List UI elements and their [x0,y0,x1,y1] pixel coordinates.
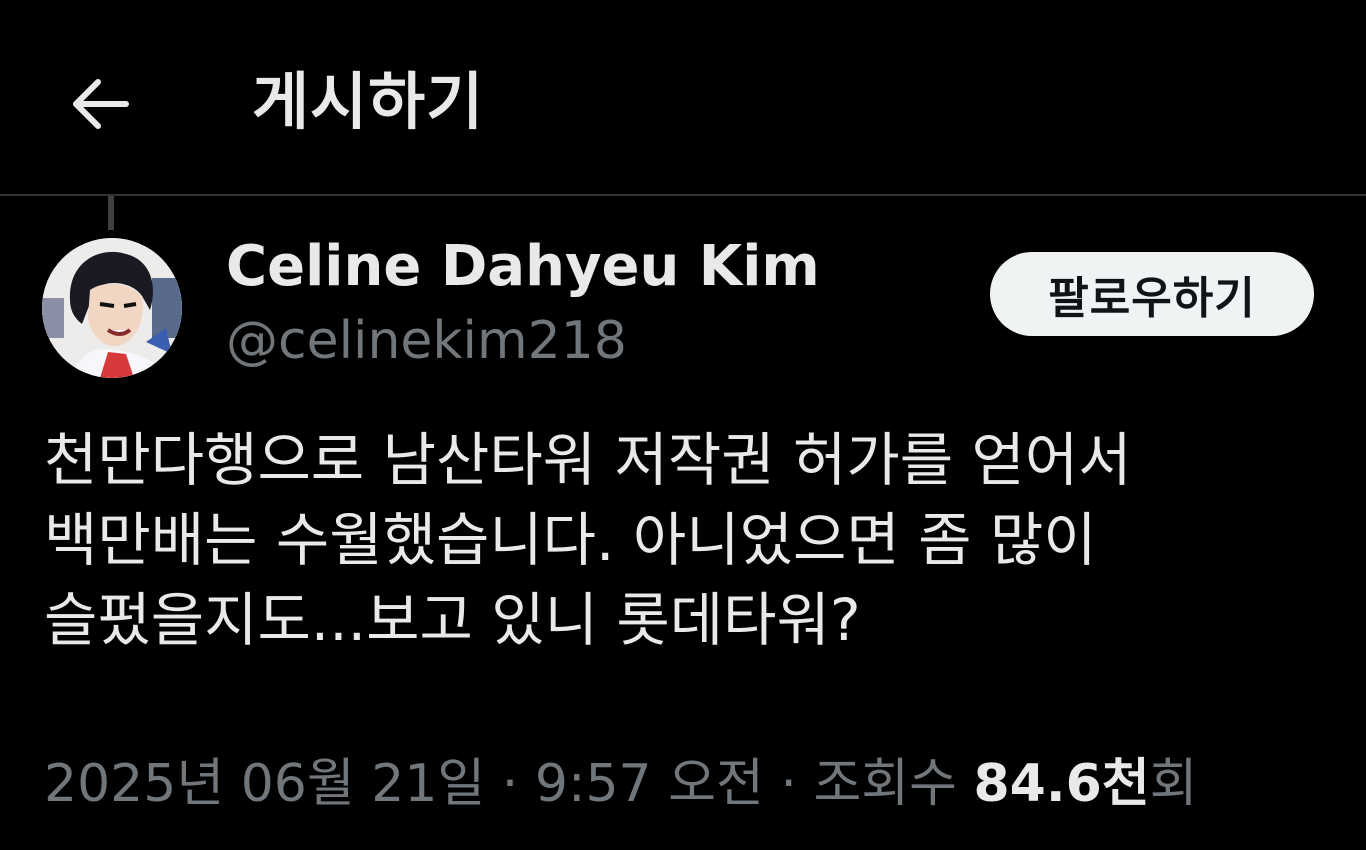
post-text: 천만다행으로 남산타워 저작권 허가를 얻어서 백만배는 수월했습니다. 아니었… [44,426,1132,654]
views-count[interactable]: 84.6 [974,754,1102,814]
author-display-name[interactable]: Celine Dahyeu Kim [226,232,820,302]
header-bar: 게시하기 [0,0,1366,195]
avatar[interactable] [42,238,182,378]
avatar-illustration [42,238,182,378]
views-prefix: 조회수 [813,754,974,814]
meta-separator-1: · [485,754,535,814]
views-suffix: 회 [1149,754,1198,814]
arrow-left-icon [73,79,129,129]
thread-connector-line [108,196,114,230]
post-date: 2025년 06월 21일 [44,754,486,814]
header-divider [0,194,1366,196]
post-detail-page: 게시하기 Celine Dahyeu Kim @celinekim218 팔로우… [0,0,1366,850]
page-title: 게시하기 [252,65,485,138]
meta-separator-2: · [763,754,814,814]
back-button[interactable] [58,62,142,146]
author-handle[interactable]: @celinekim218 [226,306,627,376]
post-meta: 2025년 06월 21일 · 9:57 오전 · 조회수 84.6천회 [44,744,1344,824]
views-unit: 천 [1101,754,1150,814]
post-time[interactable]: 9:57 오전 [535,754,764,814]
follow-button[interactable]: 팔로우하기 [990,252,1314,336]
